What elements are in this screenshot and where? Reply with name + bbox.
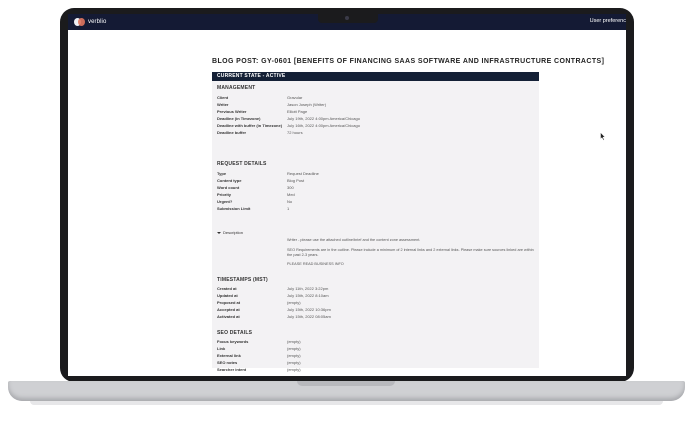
request-card: CURRENT STATE - ACTIVE MANAGEMENT Client… [212, 72, 539, 372]
brand-logo[interactable]: verblio [74, 17, 106, 27]
detail-value: 1 [287, 206, 290, 211]
detail-label: Updated at [217, 293, 238, 298]
detail-value: July 15th, 2022 08:05am [287, 314, 331, 319]
detail-value: July 15th, 2022 10:36pm [287, 307, 331, 312]
brand-name: verblio [88, 19, 107, 25]
detail-value: Med [287, 192, 295, 197]
detail-label: Client [217, 95, 229, 100]
detail-label: Focus keywords [217, 339, 249, 344]
detail-value: (empty) [287, 360, 301, 365]
detail-value: (empty) [287, 339, 301, 344]
detail-label: Urgent? [217, 199, 233, 204]
detail-value: (empty) [287, 346, 301, 351]
detail-label: Link [217, 346, 226, 351]
detail-label: SEO notes [217, 360, 238, 365]
detail-value: Elliott Page [287, 109, 308, 114]
detail-value: July 15th, 2022 8:10am [287, 293, 329, 298]
laptop-hinge-notch [297, 381, 395, 386]
seo-details-section: SEO DETAILS [217, 330, 252, 336]
description-toggle[interactable]: Description [217, 230, 243, 235]
mouse-pointer-icon [600, 132, 606, 141]
app-window: verblio User preferenc BLOG POST: GY-060… [68, 14, 626, 376]
section-title-timestamps: TIMESTAMPS (MST) [217, 277, 268, 283]
laptop-base-shadow [30, 401, 663, 405]
detail-label: Deadline (in Timezone) [217, 116, 261, 121]
description-line: SEO Requirements are in the outline. Ple… [287, 248, 534, 257]
detail-value: July 16th, 2022 4:00pm America/Chicago [287, 123, 360, 128]
detail-value: July 11th, 2022 3:22pm [287, 286, 329, 291]
detail-value: Gravular [287, 95, 303, 100]
detail-label: External link [217, 353, 241, 358]
description-line: PLEASE READ BUSINESS INFO [287, 262, 344, 266]
detail-label: Deadline with buffer (in Timezone) [217, 123, 283, 128]
detail-label: Word count [217, 185, 240, 190]
detail-value: Blog Post [287, 178, 305, 183]
logo-icon [74, 17, 86, 27]
detail-value: (empty) [287, 300, 301, 305]
user-preferences-link[interactable]: User preferenc [590, 18, 626, 24]
detail-label: Activated at [217, 314, 240, 319]
detail-value: (empty) [287, 353, 301, 358]
request-details-section: REQUEST DETAILS [217, 161, 267, 167]
detail-label: Type [217, 171, 227, 176]
detail-value: No [287, 199, 293, 204]
detail-label: Accepted at [217, 307, 240, 312]
current-state-header: CURRENT STATE - ACTIVE [212, 72, 539, 81]
chevron-down-icon [217, 231, 221, 234]
section-title-request-details: REQUEST DETAILS [217, 161, 267, 167]
detail-label: Submission Limit [217, 206, 251, 211]
description-line: Writer - please use the attached outline… [287, 238, 421, 242]
detail-value: (empty) [287, 367, 301, 372]
detail-label: Priority [217, 192, 232, 197]
detail-label: Proposed at [217, 300, 241, 305]
detail-label: Created at [217, 286, 237, 291]
detail-value: Request Deadline [287, 171, 319, 176]
page-title: BLOG POST: GY-0601 [BENEFITS OF FINANCIN… [212, 58, 605, 65]
detail-label: Content type [217, 178, 242, 183]
section-title-seo-details: SEO DETAILS [217, 330, 253, 336]
detail-label: Deadline buffer [217, 130, 247, 135]
detail-value: 72 hours [287, 130, 303, 135]
detail-value: 300 [287, 185, 294, 190]
camera-dot [345, 16, 349, 20]
detail-value: July 19th, 2022 4:00pm America/Chicago [287, 116, 360, 121]
detail-label: Previous Writer [217, 109, 247, 114]
detail-label: Writer [217, 102, 229, 107]
detail-label: Searcher intent [217, 367, 247, 372]
management-section: MANAGEMENT [217, 85, 255, 91]
detail-value: Jason Joseph (Writer) [287, 102, 327, 107]
timestamps-section: TIMESTAMPS (MST) [217, 277, 268, 283]
description-label: Description [223, 230, 244, 235]
section-title-management: MANAGEMENT [217, 85, 256, 91]
